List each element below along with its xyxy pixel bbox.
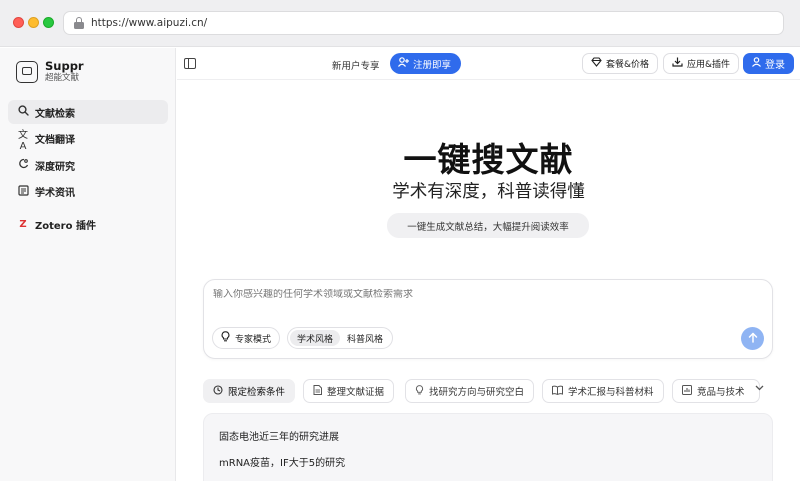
brand[interactable]: Suppr 超能文献 bbox=[16, 60, 84, 84]
tab-competitive-tech[interactable]: 竞品与技术 bbox=[672, 379, 760, 403]
new-user-promo: 新用户专享 bbox=[332, 61, 380, 72]
sidebar-item-label: 深度研究 bbox=[35, 161, 75, 173]
brand-subtitle: 超能文献 bbox=[45, 73, 80, 83]
sidebar-item-label: 文档翻译 bbox=[35, 135, 75, 146]
clock-icon bbox=[213, 384, 223, 398]
tab-academic-report[interactable]: 学术汇报与科普材料 bbox=[542, 379, 664, 403]
sidebar-toggle-icon[interactable] bbox=[184, 58, 196, 69]
lightbulb-icon bbox=[221, 331, 230, 345]
pricing-button[interactable]: 套餐&价格 bbox=[582, 53, 659, 74]
tool-tabs: 限定检索条件 整理文献证据 找研究方向与研究空白 学术汇报与科普材料 竞品与技术 bbox=[203, 379, 773, 403]
tab-filter-conditions[interactable]: 限定检索条件 bbox=[203, 379, 296, 403]
sidebar-item-label: Zotero 插件 bbox=[35, 221, 96, 232]
minimize-window-button[interactable] bbox=[28, 17, 39, 28]
tab-label: 竞品与技术 bbox=[697, 387, 745, 398]
sidebar-item-doc-translate[interactable]: 文A 文档翻译 bbox=[8, 127, 168, 152]
document-icon bbox=[313, 384, 322, 398]
tab-label: 学术汇报与科普材料 bbox=[568, 387, 654, 398]
expert-mode-toggle[interactable]: 专家模式 bbox=[212, 327, 281, 349]
brand-name: Suppr bbox=[45, 59, 84, 73]
close-window-button[interactable] bbox=[13, 17, 24, 28]
sidebar-item-label: 学术资讯 bbox=[35, 188, 75, 199]
user-icon bbox=[752, 57, 761, 70]
sidebar-item-zotero[interactable]: Z Zotero 插件 bbox=[8, 213, 168, 237]
login-label: 登录 bbox=[765, 60, 785, 71]
suggestion-item[interactable]: 固态电池近三年的研究进展 bbox=[219, 428, 339, 443]
url-text: https://www.aipuzi.cn/ bbox=[91, 17, 208, 29]
download-icon bbox=[672, 57, 683, 70]
hero-title: 一键搜文献 bbox=[403, 140, 574, 179]
chart-icon bbox=[682, 384, 692, 398]
expert-mode-label: 专家模式 bbox=[235, 334, 272, 345]
lightbulb-icon bbox=[415, 384, 424, 398]
suggestion-panel: 固态电池近三年的研究进展 mRNA疫苗，IF大于5的研究 bbox=[203, 413, 773, 481]
apps-button[interactable]: 应用&插件 bbox=[663, 53, 740, 74]
sidebar-item-academic-news[interactable]: 学术资讯 bbox=[8, 180, 168, 204]
lock-icon bbox=[74, 17, 84, 29]
research-icon bbox=[16, 158, 30, 172]
style-academic-option[interactable]: 学术风格 bbox=[290, 330, 341, 346]
tab-research-direction[interactable]: 找研究方向与研究空白 bbox=[405, 379, 535, 403]
tab-organize-evidence[interactable]: 整理文献证据 bbox=[303, 379, 395, 403]
search-input[interactable] bbox=[213, 289, 713, 300]
browser-chrome: https://www.aipuzi.cn/ bbox=[0, 0, 800, 47]
hero-subtitle: 学术有深度，科普读得懂 bbox=[392, 182, 585, 202]
logo-icon bbox=[16, 61, 38, 83]
tab-label: 限定检索条件 bbox=[228, 387, 286, 398]
login-button[interactable]: 登录 bbox=[743, 53, 794, 74]
feature-chip: 一键生成文献总结，大幅提升阅读效率 bbox=[387, 213, 589, 238]
address-bar[interactable]: https://www.aipuzi.cn/ bbox=[63, 11, 784, 35]
pricing-label: 套餐&价格 bbox=[606, 60, 650, 70]
sidebar: Suppr 超能文献 文献检索 文A 文档翻译 深度研究 学术资讯 Z Zote… bbox=[0, 48, 176, 481]
book-icon bbox=[552, 385, 563, 398]
tab-label: 找研究方向与研究空白 bbox=[429, 387, 525, 398]
suggestion-item[interactable]: mRNA疫苗，IF大于5的研究 bbox=[219, 454, 345, 469]
chevron-down-icon[interactable] bbox=[755, 384, 764, 394]
search-icon bbox=[16, 105, 30, 119]
style-popular-option[interactable]: 科普风格 bbox=[340, 330, 390, 346]
register-label: 注册即享 bbox=[413, 59, 452, 71]
top-bar: 新用户专享 注册即享 套餐&价格 应用&插件 登录 bbox=[177, 48, 800, 80]
zotero-icon: Z bbox=[19, 219, 27, 230]
add-user-icon bbox=[398, 57, 409, 70]
news-icon bbox=[16, 184, 30, 199]
search-box: 专家模式 学术风格 科普风格 bbox=[203, 279, 773, 359]
sidebar-item-literature-search[interactable]: 文献检索 bbox=[8, 100, 168, 124]
sidebar-item-label: 文献检索 bbox=[35, 108, 75, 120]
register-button[interactable]: 注册即享 bbox=[390, 53, 462, 74]
style-toggle: 学术风格 科普风格 bbox=[287, 327, 394, 349]
maximize-window-button[interactable] bbox=[43, 17, 54, 28]
tab-label: 整理文献证据 bbox=[327, 387, 385, 398]
arrow-up-icon bbox=[748, 332, 758, 346]
sidebar-item-deep-research[interactable]: 深度研究 bbox=[8, 153, 168, 177]
send-button[interactable] bbox=[741, 327, 764, 350]
sidebar-nav: 文献检索 文A 文档翻译 深度研究 学术资讯 Z Zotero 插件 bbox=[8, 100, 168, 239]
diamond-icon bbox=[591, 57, 602, 70]
apps-label: 应用&插件 bbox=[687, 60, 731, 70]
translate-icon: 文A bbox=[18, 129, 28, 152]
